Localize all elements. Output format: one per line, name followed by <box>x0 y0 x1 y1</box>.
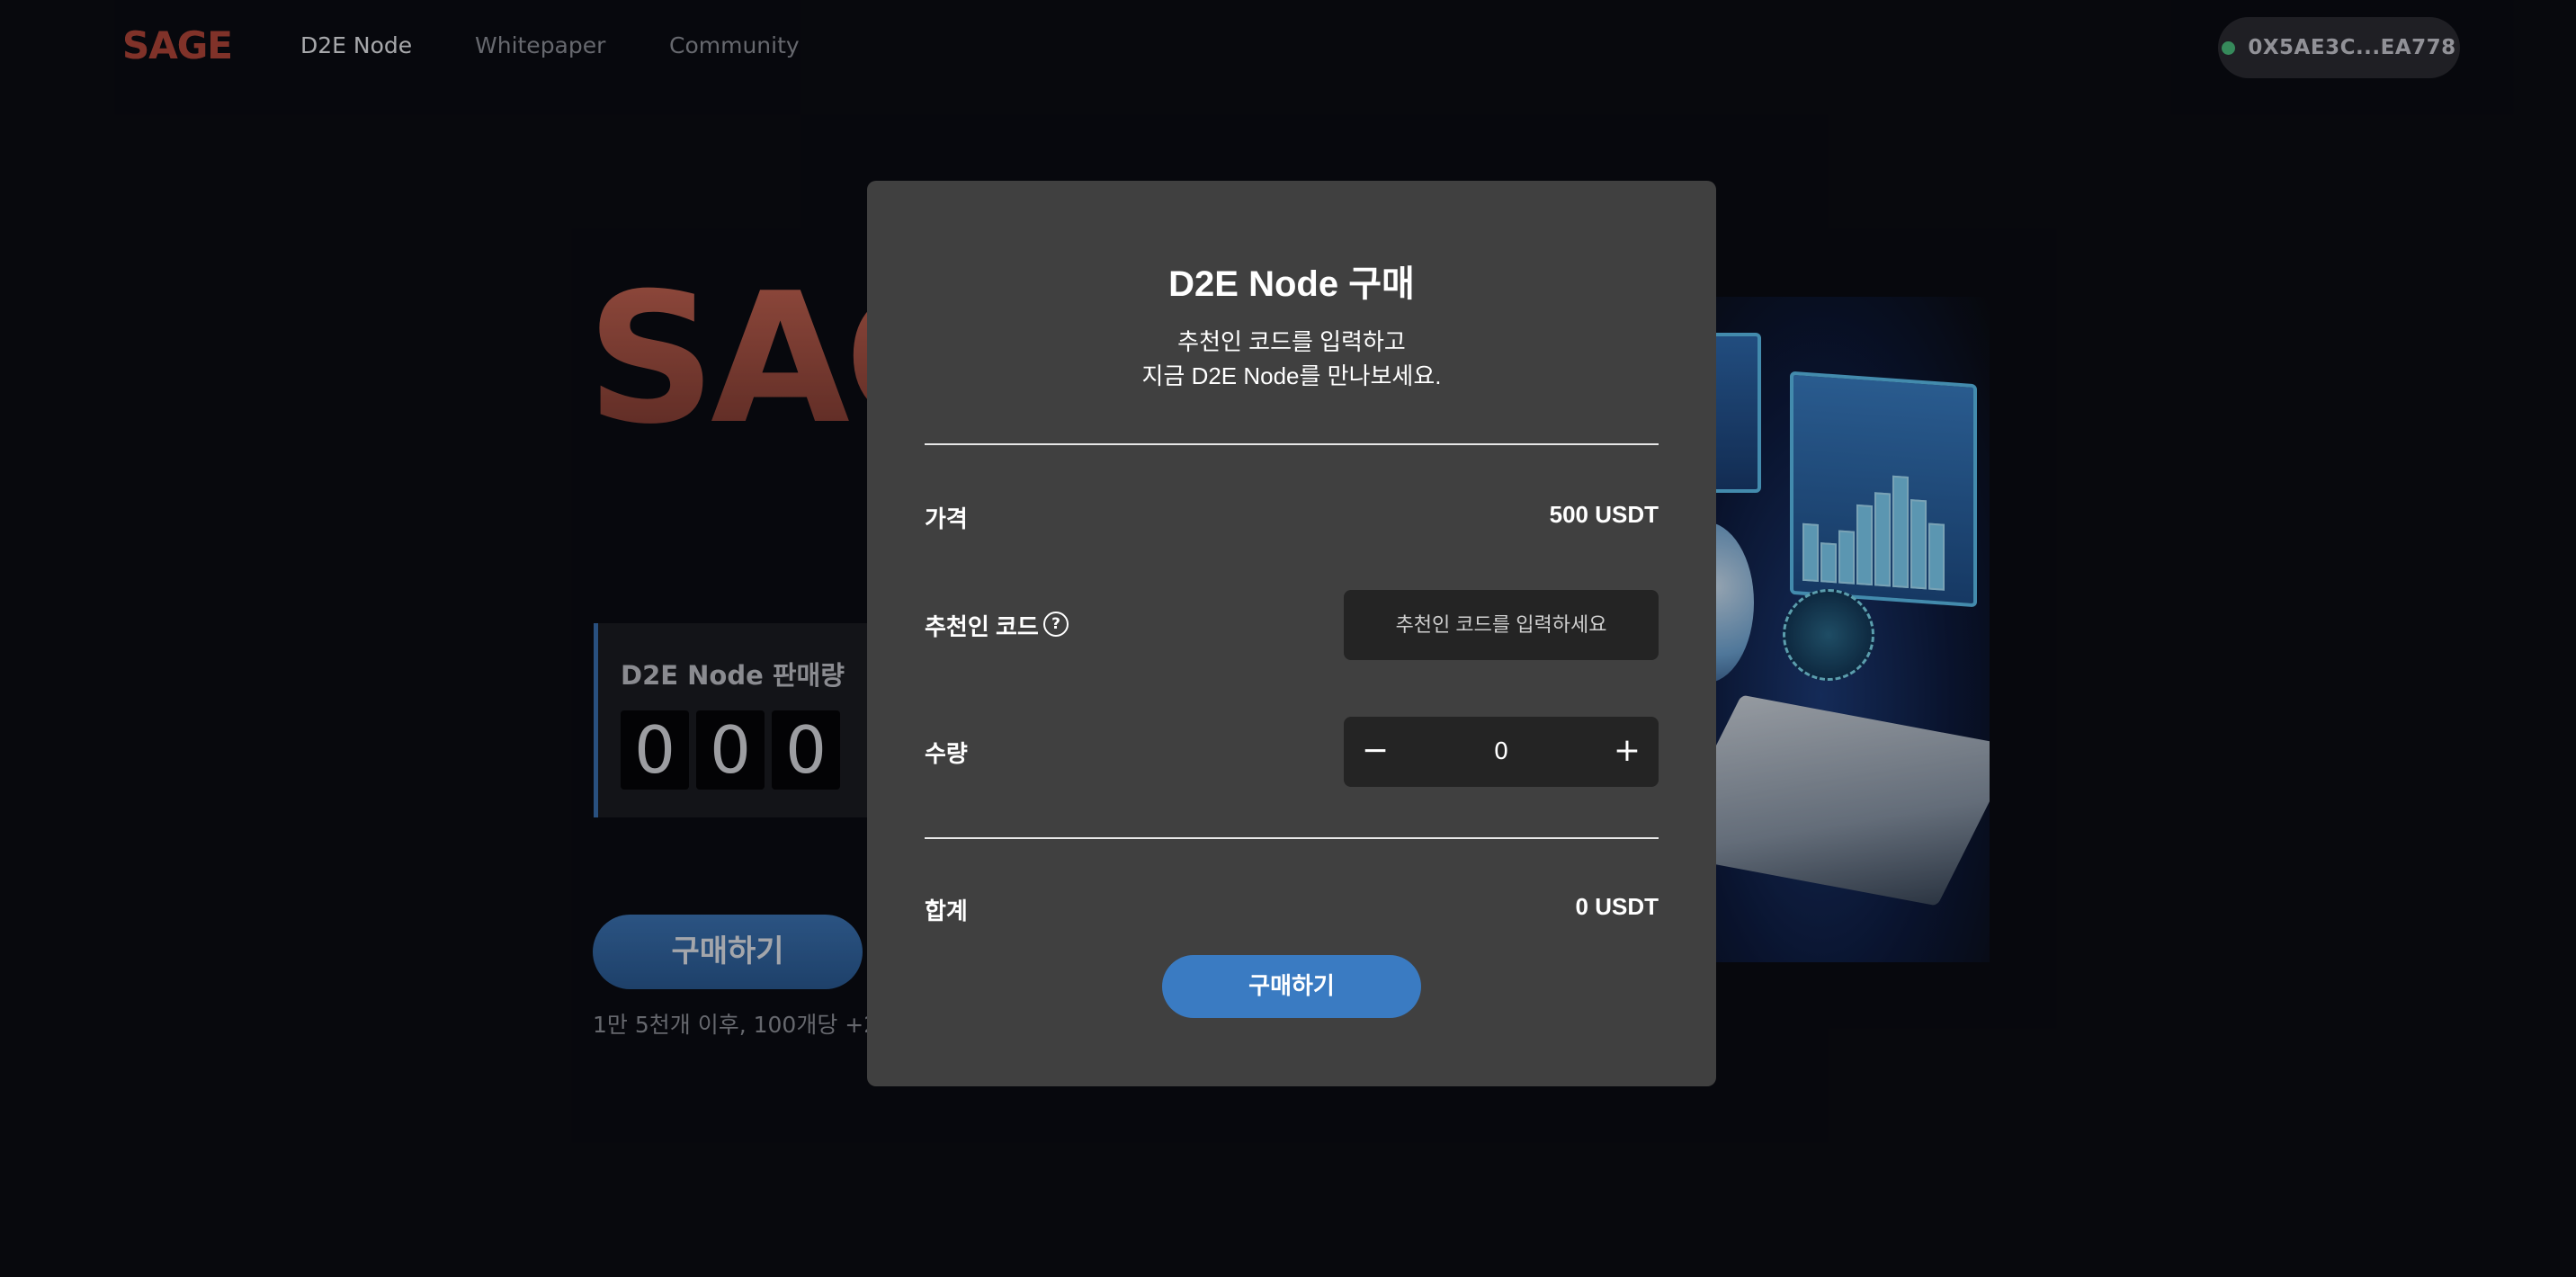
divider <box>925 443 1659 445</box>
referral-code-input[interactable] <box>1344 590 1659 660</box>
modal-title: D2E Node 구매 <box>1168 264 1415 304</box>
price-label: 가격 <box>925 505 968 532</box>
quantity-increase-button[interactable]: + <box>1596 717 1659 787</box>
quantity-stepper: − 0 + <box>1344 717 1659 787</box>
referral-code-label: 추천인 코드 <box>925 613 1039 640</box>
referral-help-icon[interactable]: ? <box>1043 612 1069 637</box>
modal-subtitle-line-2: 지금 D2E Node를 만나보세요. <box>1141 362 1442 389</box>
total-value: 0 USDT <box>1575 893 1659 920</box>
modal-subtitle-line-1: 추천인 코드를 입력하고 <box>1177 328 1406 355</box>
quantity-value[interactable]: 0 <box>1407 717 1596 787</box>
total-label: 합계 <box>925 897 968 924</box>
quantity-label: 수량 <box>925 740 968 767</box>
price-value: 500 USDT <box>1549 501 1659 528</box>
modal-subtitle: 추천인 코드를 입력하고 지금 D2E Node를 만나보세요. <box>867 325 1716 393</box>
purchase-button[interactable]: 구매하기 <box>1162 955 1421 1018</box>
quantity-decrease-button[interactable]: − <box>1344 717 1407 787</box>
divider <box>925 837 1659 839</box>
